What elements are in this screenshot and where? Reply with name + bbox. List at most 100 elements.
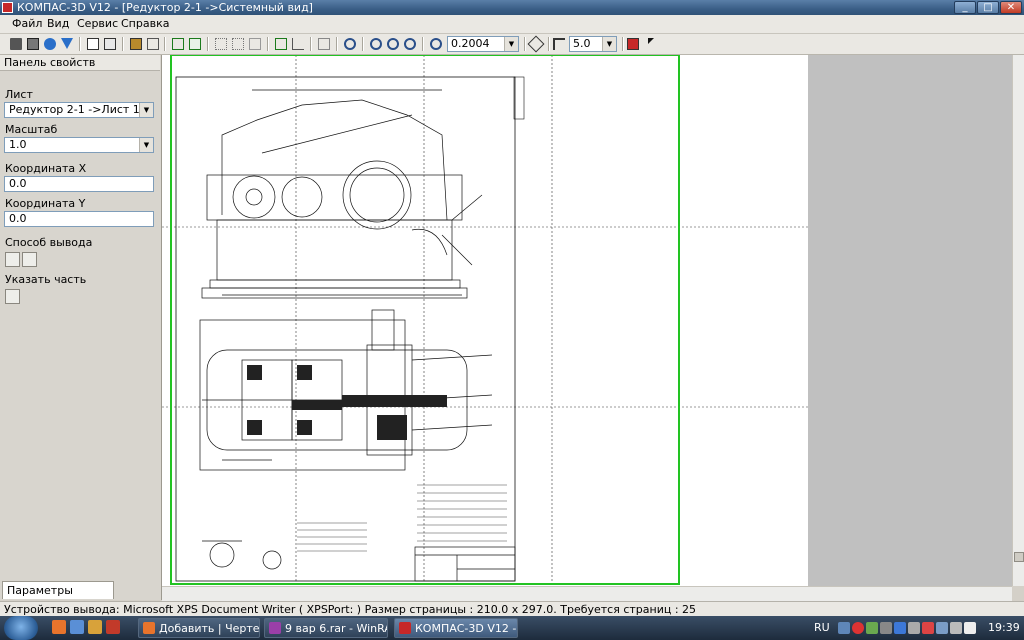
- fit-window-icon[interactable]: [273, 36, 289, 52]
- coord-x-label: Координата X: [5, 162, 87, 175]
- scale-icon[interactable]: [290, 36, 306, 52]
- workspace[interactable]: [162, 55, 1012, 586]
- grid-icon[interactable]: [213, 36, 229, 52]
- tray-chevron-icon[interactable]: [838, 622, 850, 634]
- vertical-scrollbar[interactable]: [1012, 55, 1024, 586]
- toolbar-separator: [207, 37, 209, 51]
- zoom-frame-icon[interactable]: [368, 36, 384, 52]
- zoom-icon[interactable]: [428, 36, 444, 52]
- output-method-label: Способ вывода: [5, 236, 93, 249]
- horizontal-scrollbar[interactable]: [162, 586, 1012, 601]
- menu-service[interactable]: Сервис: [77, 17, 118, 30]
- folder-icon[interactable]: [88, 620, 102, 634]
- toolbar-separator: [548, 37, 550, 51]
- zoom-window-icon[interactable]: [342, 36, 358, 52]
- firefox-icon: [143, 622, 155, 634]
- tray-misc-icon[interactable]: [908, 622, 920, 634]
- tray-app-icon[interactable]: [866, 622, 878, 634]
- select-part-label: Указать часть: [5, 273, 87, 286]
- task-firefox[interactable]: Добавить | Чертеж...: [138, 618, 260, 638]
- tab-view-params[interactable]: Параметры просмотра: [2, 581, 114, 614]
- step-value: 5.0: [573, 37, 591, 50]
- explorer-icon[interactable]: [70, 620, 84, 634]
- task-label: Добавить | Чертеж...: [159, 622, 260, 635]
- section-views: [202, 540, 282, 570]
- zoom-out-icon[interactable]: [402, 36, 418, 52]
- chevron-down-icon[interactable]: ▼: [602, 37, 616, 51]
- coord-y-field[interactable]: 0.0: [4, 211, 154, 227]
- task-winrar[interactable]: 9 вар 6.rar - WinRA...: [264, 618, 388, 638]
- toolbar-separator: [422, 37, 424, 51]
- zoom-combo[interactable]: 0.2004 ▼: [447, 36, 519, 52]
- front-view: [201, 89, 483, 299]
- top-view-fills: [247, 365, 447, 440]
- toolbar-separator: [122, 37, 124, 51]
- chevron-down-icon[interactable]: ▼: [504, 37, 518, 51]
- clock[interactable]: 19:39: [988, 621, 1020, 634]
- app-shortcut-icon[interactable]: [106, 620, 120, 634]
- page-layout-icon[interactable]: [102, 36, 118, 52]
- print-preview-icon[interactable]: [25, 36, 41, 52]
- task-label: КОМПАС-3D V12 - ...: [415, 622, 517, 635]
- window-title: КОМПАС-3D V12 - [Редуктор 2-1 ->Системны…: [17, 1, 313, 14]
- step-combo[interactable]: 5.0 ▼: [569, 36, 617, 52]
- grid-sheet-icon[interactable]: [187, 36, 203, 52]
- page-setup-icon[interactable]: [85, 36, 101, 52]
- tray-usb-icon[interactable]: [950, 622, 962, 634]
- help-cursor-icon[interactable]: [646, 36, 662, 52]
- property-panel: Панель свойств Лист Редуктор 2-1 ->Лист …: [0, 55, 162, 614]
- chevron-down-icon[interactable]: ▼: [139, 138, 153, 152]
- chevron-down-icon[interactable]: ▼: [139, 103, 153, 117]
- language-indicator[interactable]: RU: [814, 621, 830, 634]
- print-icon[interactable]: [8, 36, 24, 52]
- scale-label: Масштаб: [5, 123, 58, 136]
- scale-value: 1.0: [9, 138, 27, 151]
- volume-icon[interactable]: [964, 622, 976, 634]
- output-all-icon[interactable]: [5, 252, 20, 267]
- tray-device-icon[interactable]: [880, 622, 892, 634]
- close-button[interactable]: ✕: [1000, 1, 1022, 14]
- sheet-select[interactable]: Редуктор 2-1 ->Лист 1 ▼: [4, 102, 154, 118]
- minimize-button[interactable]: _: [954, 1, 976, 14]
- step-icon[interactable]: [551, 36, 567, 52]
- toolbar-separator: [622, 37, 624, 51]
- toolbar-separator: [267, 37, 269, 51]
- sheet-label: Лист: [5, 88, 33, 101]
- kompas-icon: [399, 622, 411, 634]
- filter-icon[interactable]: [59, 36, 75, 52]
- menu-view[interactable]: Вид: [47, 17, 69, 30]
- menu-file[interactable]: Файл: [12, 17, 42, 30]
- zoom-in-icon[interactable]: [385, 36, 401, 52]
- grid-alt-icon[interactable]: [230, 36, 246, 52]
- task-label: 9 вар 6.rar - WinRA...: [285, 622, 387, 635]
- coord-x-field[interactable]: 0.0: [4, 176, 154, 192]
- arrange-icon[interactable]: [128, 36, 144, 52]
- toolbar-separator: [336, 37, 338, 51]
- fit-sheet-icon[interactable]: [170, 36, 186, 52]
- stamp-box: [513, 76, 525, 120]
- pan-icon[interactable]: [527, 35, 545, 53]
- task-kompas[interactable]: КОМПАС-3D V12 - ...: [394, 618, 518, 638]
- sheet-value: Редуктор 2-1 ->Лист 1: [9, 103, 140, 116]
- tray-display-icon[interactable]: [936, 622, 948, 634]
- help-icon[interactable]: [42, 36, 58, 52]
- arrange-pages-icon[interactable]: [316, 36, 332, 52]
- media-player-icon[interactable]: [52, 620, 66, 634]
- antivirus-icon[interactable]: [922, 622, 934, 634]
- rotate-icon[interactable]: [145, 36, 161, 52]
- scale-select[interactable]: 1.0 ▼: [4, 137, 154, 153]
- exit-preview-icon[interactable]: [625, 36, 641, 52]
- top-view: [199, 309, 493, 471]
- opera-icon[interactable]: [852, 622, 864, 634]
- output-page-icon[interactable]: [22, 252, 37, 267]
- start-button[interactable]: [4, 616, 38, 640]
- toolbar-separator: [310, 37, 312, 51]
- menu-help[interactable]: Справка: [121, 17, 169, 30]
- drawing-canvas[interactable]: [162, 55, 1012, 586]
- frame-icon[interactable]: [247, 36, 263, 52]
- select-part-icon[interactable]: [5, 289, 20, 304]
- toolbar: 0.2004 ▼ 5.0 ▼: [0, 34, 1024, 55]
- maximize-button[interactable]: □: [977, 1, 999, 14]
- scroll-thumb[interactable]: [1014, 552, 1024, 562]
- network-icon[interactable]: [894, 622, 906, 634]
